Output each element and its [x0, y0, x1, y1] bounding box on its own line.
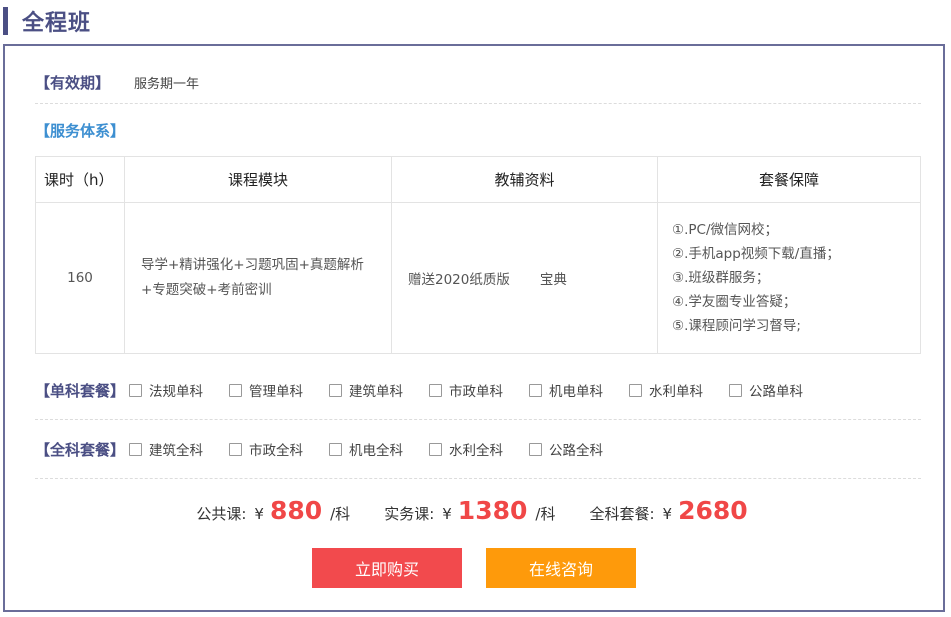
- option-label: 机电单科: [549, 384, 604, 400]
- option-water-full[interactable]: 水利全科: [429, 439, 503, 459]
- option-label: 水利全科: [449, 443, 504, 459]
- page-title: 全程班: [22, 11, 92, 36]
- table-row: 160 导学+精讲强化+习题巩固+真题解析 +专题突破+考前密训 赠送2020纸…: [35, 202, 921, 354]
- header-guarantee: 套餐保障: [657, 156, 921, 203]
- checkbox[interactable]: [329, 442, 343, 456]
- option-label: 管理单科: [249, 384, 304, 400]
- guarantee-item: ⑤.课程顾问学习督导;: [672, 318, 801, 334]
- option-management-single[interactable]: 管理单科: [229, 380, 303, 400]
- checkbox[interactable]: [329, 383, 343, 397]
- guarantee-item: ③.班级群服务；: [672, 270, 770, 286]
- header-material: 教辅资料: [391, 156, 658, 203]
- validity-value: 服务期一年: [134, 77, 200, 92]
- buy-now-button[interactable]: 立即购买: [312, 548, 462, 588]
- online-consult-button[interactable]: 在线咨询: [486, 548, 636, 588]
- checkbox[interactable]: [229, 442, 243, 456]
- option-highway-full[interactable]: 公路全科: [529, 439, 603, 459]
- cell-module: 导学+精讲强化+习题巩固+真题解析 +专题突破+考前密训: [124, 202, 392, 354]
- currency-symbol: ¥: [662, 505, 673, 523]
- course-panel: 【有效期】 服务期一年 【服务体系】 课时（h） 课程模块 教辅资料 套餐保障 …: [3, 44, 945, 612]
- price-unit: /科: [330, 505, 351, 523]
- price-unit: /科: [535, 505, 556, 523]
- option-label: 水利单科: [649, 384, 704, 400]
- checkbox[interactable]: [129, 442, 143, 456]
- guarantee-item: ④.学友圈专业答疑；: [672, 294, 797, 310]
- option-electromechanical-full[interactable]: 机电全科: [329, 439, 403, 459]
- option-label: 机电全科: [349, 443, 404, 459]
- single-package-label: 【单科套餐】: [35, 381, 126, 400]
- table-header-row: 课时（h） 课程模块 教辅资料 套餐保障: [35, 156, 921, 203]
- option-label: 公路单科: [749, 384, 804, 400]
- checkbox[interactable]: [529, 383, 543, 397]
- option-water-single[interactable]: 水利单科: [629, 380, 703, 400]
- checkbox[interactable]: [129, 383, 143, 397]
- practice-course-price: 实务课: ¥ 1380 /科: [384, 496, 555, 525]
- validity-label: 【有效期】: [35, 74, 111, 92]
- option-municipal-full[interactable]: 市政全科: [229, 439, 303, 459]
- cell-material: 赠送2020纸质版 宝典: [391, 202, 658, 354]
- service-system-label: 【服务体系】: [35, 122, 126, 140]
- price-value: 2680: [678, 496, 748, 525]
- option-highway-single[interactable]: 公路单科: [729, 380, 803, 400]
- page-header: 全程班: [3, 7, 92, 36]
- cell-guarantee: ①.PC/微信网校； ②.手机app视频下载/直播； ③.班级群服务； ④.学友…: [657, 202, 921, 354]
- option-label: 公路全科: [549, 443, 604, 459]
- checkbox[interactable]: [529, 442, 543, 456]
- module-line-2: +专题突破+考前密训: [141, 282, 272, 298]
- price-value: 1380: [457, 496, 528, 525]
- option-municipal-single[interactable]: 市政单科: [429, 380, 503, 400]
- checkbox[interactable]: [429, 442, 443, 456]
- checkbox[interactable]: [629, 383, 643, 397]
- cell-hours: 160: [35, 202, 125, 354]
- option-label: 建筑全科: [149, 443, 204, 459]
- option-label: 市政全科: [249, 443, 304, 459]
- price-row: 公共课: ¥ 880 /科 实务课: ¥ 1380 /科 全科套餐: ¥ 268…: [5, 496, 947, 525]
- guarantee-item: ②.手机app视频下载/直播；: [672, 246, 840, 262]
- option-building-full[interactable]: 建筑全科: [129, 439, 203, 459]
- public-course-price: 公共课: ¥ 880 /科: [196, 496, 350, 525]
- header-hours: 课时（h）: [35, 156, 125, 203]
- checkbox[interactable]: [729, 383, 743, 397]
- option-regulation-single[interactable]: 法规单科: [129, 380, 203, 400]
- option-electromechanical-single[interactable]: 机电单科: [529, 380, 603, 400]
- price-label: 公共课:: [196, 505, 247, 523]
- full-package-row: 【全科套餐】 建筑全科 市政全科 机电全科 水利全科 公路全科: [35, 420, 921, 479]
- guarantee-item: ①.PC/微信网校；: [672, 222, 779, 238]
- full-package-label: 【全科套餐】: [35, 440, 126, 459]
- currency-symbol: ¥: [442, 505, 452, 523]
- option-building-single[interactable]: 建筑单科: [329, 380, 403, 400]
- price-value: 880: [269, 496, 323, 525]
- service-table: 课时（h） 课程模块 教辅资料 套餐保障 160 导学+精讲强化+习题巩固+真题…: [35, 156, 921, 354]
- checkbox[interactable]: [429, 383, 443, 397]
- checkbox[interactable]: [229, 383, 243, 397]
- single-package-row: 【单科套餐】 法规单科 管理单科 建筑单科 市政单科 机电单科 水利单科 公路单…: [35, 361, 921, 420]
- module-line-1: 导学+精讲强化+习题巩固+真题解析: [141, 257, 364, 273]
- validity-row: 【有效期】 服务期一年: [35, 68, 921, 104]
- option-label: 法规单科: [149, 384, 204, 400]
- option-label: 市政单科: [449, 384, 504, 400]
- full-package-price: 全科套餐: ¥ 2680: [589, 496, 755, 525]
- option-label: 建筑单科: [349, 384, 404, 400]
- title-accent-bar: [3, 7, 8, 35]
- currency-symbol: ¥: [254, 505, 264, 523]
- price-label: 实务课:: [384, 505, 435, 523]
- price-label: 全科套餐:: [589, 505, 655, 523]
- header-module: 课程模块: [124, 156, 392, 203]
